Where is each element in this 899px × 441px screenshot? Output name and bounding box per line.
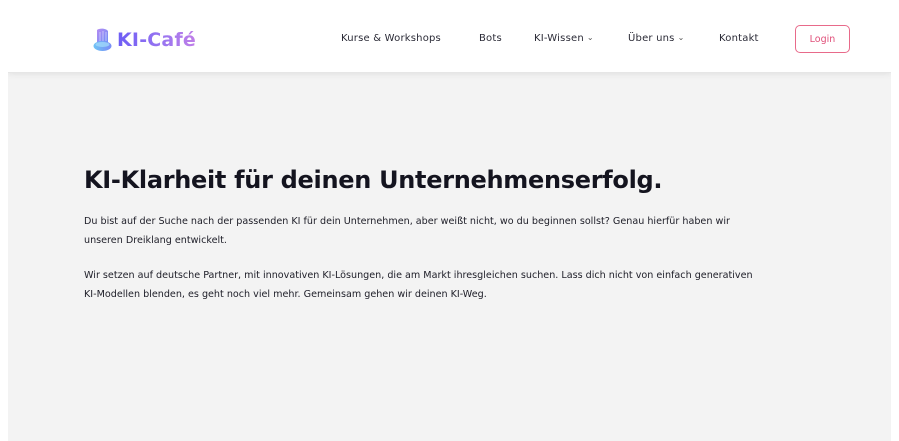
nav-item-bots[interactable]: Bots (479, 33, 502, 44)
login-button[interactable]: Login (795, 25, 850, 53)
hero-paragraph: Wir setzen auf deutsche Partner, mit inn… (84, 270, 753, 300)
nav-item-label: Kurse & Workshops (341, 33, 441, 44)
coffee-cup-logo-icon (92, 27, 114, 53)
nav-item-label: Bots (479, 33, 502, 44)
site-header: KI-Café Kurse & Workshops Bots KI-Wissen… (8, 8, 891, 73)
nav-item-label: Über uns (628, 33, 675, 44)
nav-item-ki-wissen[interactable]: KI-Wissen ⌄ (534, 33, 594, 44)
page: KI-Café Kurse & Workshops Bots KI-Wissen… (8, 8, 891, 441)
chevron-down-icon: ⌄ (677, 33, 685, 42)
chevron-down-icon: ⌄ (586, 33, 594, 42)
nav-item-label: Kontakt (719, 33, 759, 44)
nav-item-kurse-workshops[interactable]: Kurse & Workshops (341, 33, 441, 44)
hero-paragraph: Du bist auf der Suche nach der passenden… (84, 216, 730, 246)
brand-logo-link[interactable]: KI-Café (92, 26, 196, 54)
nav-item-ueber-uns[interactable]: Über uns ⌄ (628, 33, 685, 44)
nav-item-kontakt[interactable]: Kontakt (719, 33, 759, 44)
brand-name: KI-Café (117, 29, 196, 51)
nav-item-label: KI-Wissen (534, 33, 584, 44)
hero-title: KI-Klarheit für deinen Unternehmenserfol… (84, 166, 663, 194)
